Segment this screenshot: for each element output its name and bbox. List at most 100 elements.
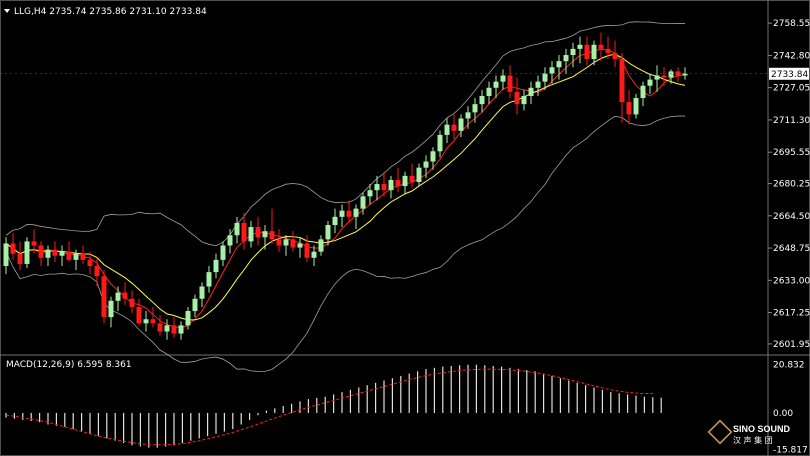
candle[interactable] bbox=[234, 216, 240, 244]
candle[interactable] bbox=[290, 231, 296, 252]
candle[interactable] bbox=[157, 315, 163, 336]
macd-signal-line bbox=[5, 368, 653, 446]
candle[interactable] bbox=[108, 296, 114, 328]
candle[interactable] bbox=[528, 81, 534, 105]
candle[interactable] bbox=[248, 220, 254, 248]
candle[interactable] bbox=[416, 163, 422, 187]
candle[interactable] bbox=[115, 286, 121, 312]
candle[interactable] bbox=[451, 114, 457, 139]
candle[interactable] bbox=[353, 204, 359, 230]
current-price-label: 2733.84 bbox=[771, 70, 808, 80]
candle[interactable] bbox=[17, 241, 23, 271]
candle[interactable] bbox=[339, 204, 345, 228]
candle[interactable] bbox=[269, 208, 275, 244]
candle[interactable] bbox=[52, 241, 58, 262]
candle[interactable] bbox=[276, 229, 282, 252]
candle[interactable] bbox=[24, 237, 30, 269]
candle[interactable] bbox=[45, 245, 51, 266]
candle[interactable] bbox=[619, 52, 625, 123]
candle[interactable] bbox=[647, 73, 653, 94]
candle[interactable] bbox=[570, 42, 576, 68]
candle[interactable] bbox=[3, 237, 9, 275]
macd-tick-label: 0.00 bbox=[773, 409, 793, 419]
candle[interactable] bbox=[311, 245, 317, 266]
candle[interactable] bbox=[101, 270, 107, 324]
candle[interactable] bbox=[136, 298, 142, 326]
candle[interactable] bbox=[633, 93, 639, 119]
candle[interactable] bbox=[682, 67, 688, 80]
price-tick-label: 2617.25 bbox=[773, 309, 810, 319]
candle[interactable] bbox=[318, 235, 324, 256]
chart-canvas[interactable]: 2758.55 2742.80 2727.05 2711.30 2695.55 2680.… bbox=[0, 0, 810, 456]
outer-frame bbox=[0, 0, 810, 456]
ma-fast-line bbox=[5, 48, 686, 329]
candle[interactable] bbox=[213, 253, 219, 279]
candle[interactable] bbox=[38, 241, 44, 266]
candle[interactable] bbox=[388, 175, 394, 199]
candle[interactable] bbox=[66, 241, 72, 262]
candle[interactable] bbox=[409, 163, 415, 189]
candle[interactable] bbox=[150, 306, 156, 328]
candle[interactable] bbox=[500, 69, 506, 90]
bollinger-upper-line bbox=[5, 21, 685, 247]
candle[interactable] bbox=[584, 36, 590, 66]
macd-tick-label: 20.832 bbox=[773, 361, 805, 371]
candle[interactable] bbox=[262, 225, 268, 250]
axis-panel: 2758.55 2742.80 2727.05 2711.30 2695.55 2680.… bbox=[0, 19, 810, 456]
candle[interactable] bbox=[297, 237, 303, 258]
candle[interactable] bbox=[598, 32, 604, 62]
candle[interactable] bbox=[577, 36, 583, 64]
macd-panel[interactable] bbox=[5, 364, 662, 448]
price-tick-label: 2680.25 bbox=[773, 180, 810, 190]
candle[interactable] bbox=[332, 208, 338, 234]
candle[interactable] bbox=[143, 311, 149, 332]
price-tick-label: 2758.55 bbox=[773, 19, 810, 29]
candle[interactable] bbox=[654, 65, 660, 92]
price-tick-label: 2664.50 bbox=[773, 212, 810, 222]
sino-sound-logo: SINO SOUND 汉 声 集 团 bbox=[707, 419, 791, 445]
candle[interactable] bbox=[10, 233, 16, 260]
candle[interactable] bbox=[437, 130, 443, 158]
candle[interactable] bbox=[507, 65, 513, 99]
candle[interactable] bbox=[626, 89, 632, 125]
candle[interactable] bbox=[164, 319, 170, 340]
candle[interactable] bbox=[122, 282, 128, 305]
macd-tick-label: -15.817 bbox=[773, 446, 808, 456]
candle[interactable] bbox=[472, 98, 478, 123]
candle[interactable] bbox=[402, 171, 408, 195]
candle[interactable] bbox=[59, 245, 65, 266]
candle[interactable] bbox=[206, 265, 212, 293]
candle[interactable] bbox=[255, 216, 261, 246]
price-panel[interactable] bbox=[3, 21, 688, 372]
dropdown-arrow-icon[interactable] bbox=[4, 9, 10, 13]
price-tick-label: 2601.95 bbox=[773, 340, 810, 350]
candle[interactable] bbox=[521, 89, 527, 111]
candle[interactable] bbox=[612, 40, 618, 68]
candle[interactable] bbox=[171, 317, 177, 338]
candle[interactable] bbox=[304, 235, 310, 262]
candle[interactable] bbox=[192, 294, 198, 318]
price-tick-label: 2727.05 bbox=[773, 84, 810, 94]
candle[interactable] bbox=[129, 290, 135, 314]
candle[interactable] bbox=[465, 106, 471, 129]
candle[interactable] bbox=[549, 61, 555, 84]
candle[interactable] bbox=[486, 81, 492, 105]
symbol-info: LLG,H4 2735.74 2735.86 2731.10 2733.84 bbox=[14, 7, 207, 17]
svg-text:SINO SOUND: SINO SOUND bbox=[733, 424, 791, 434]
price-tick-label: 2633.00 bbox=[773, 276, 810, 286]
candle[interactable] bbox=[80, 245, 86, 264]
candle[interactable] bbox=[661, 67, 667, 86]
candle[interactable] bbox=[535, 75, 541, 96]
candle[interactable] bbox=[178, 321, 184, 340]
candle[interactable] bbox=[514, 77, 520, 115]
candle[interactable] bbox=[220, 241, 226, 266]
candle[interactable] bbox=[479, 89, 485, 113]
candle[interactable] bbox=[395, 167, 401, 193]
candle[interactable] bbox=[423, 155, 429, 178]
candle[interactable] bbox=[640, 81, 646, 107]
price-tick-label: 2648.75 bbox=[773, 244, 810, 254]
candle[interactable] bbox=[374, 175, 380, 201]
candle[interactable] bbox=[199, 282, 205, 307]
candle[interactable] bbox=[444, 118, 450, 144]
candle[interactable] bbox=[675, 67, 681, 82]
